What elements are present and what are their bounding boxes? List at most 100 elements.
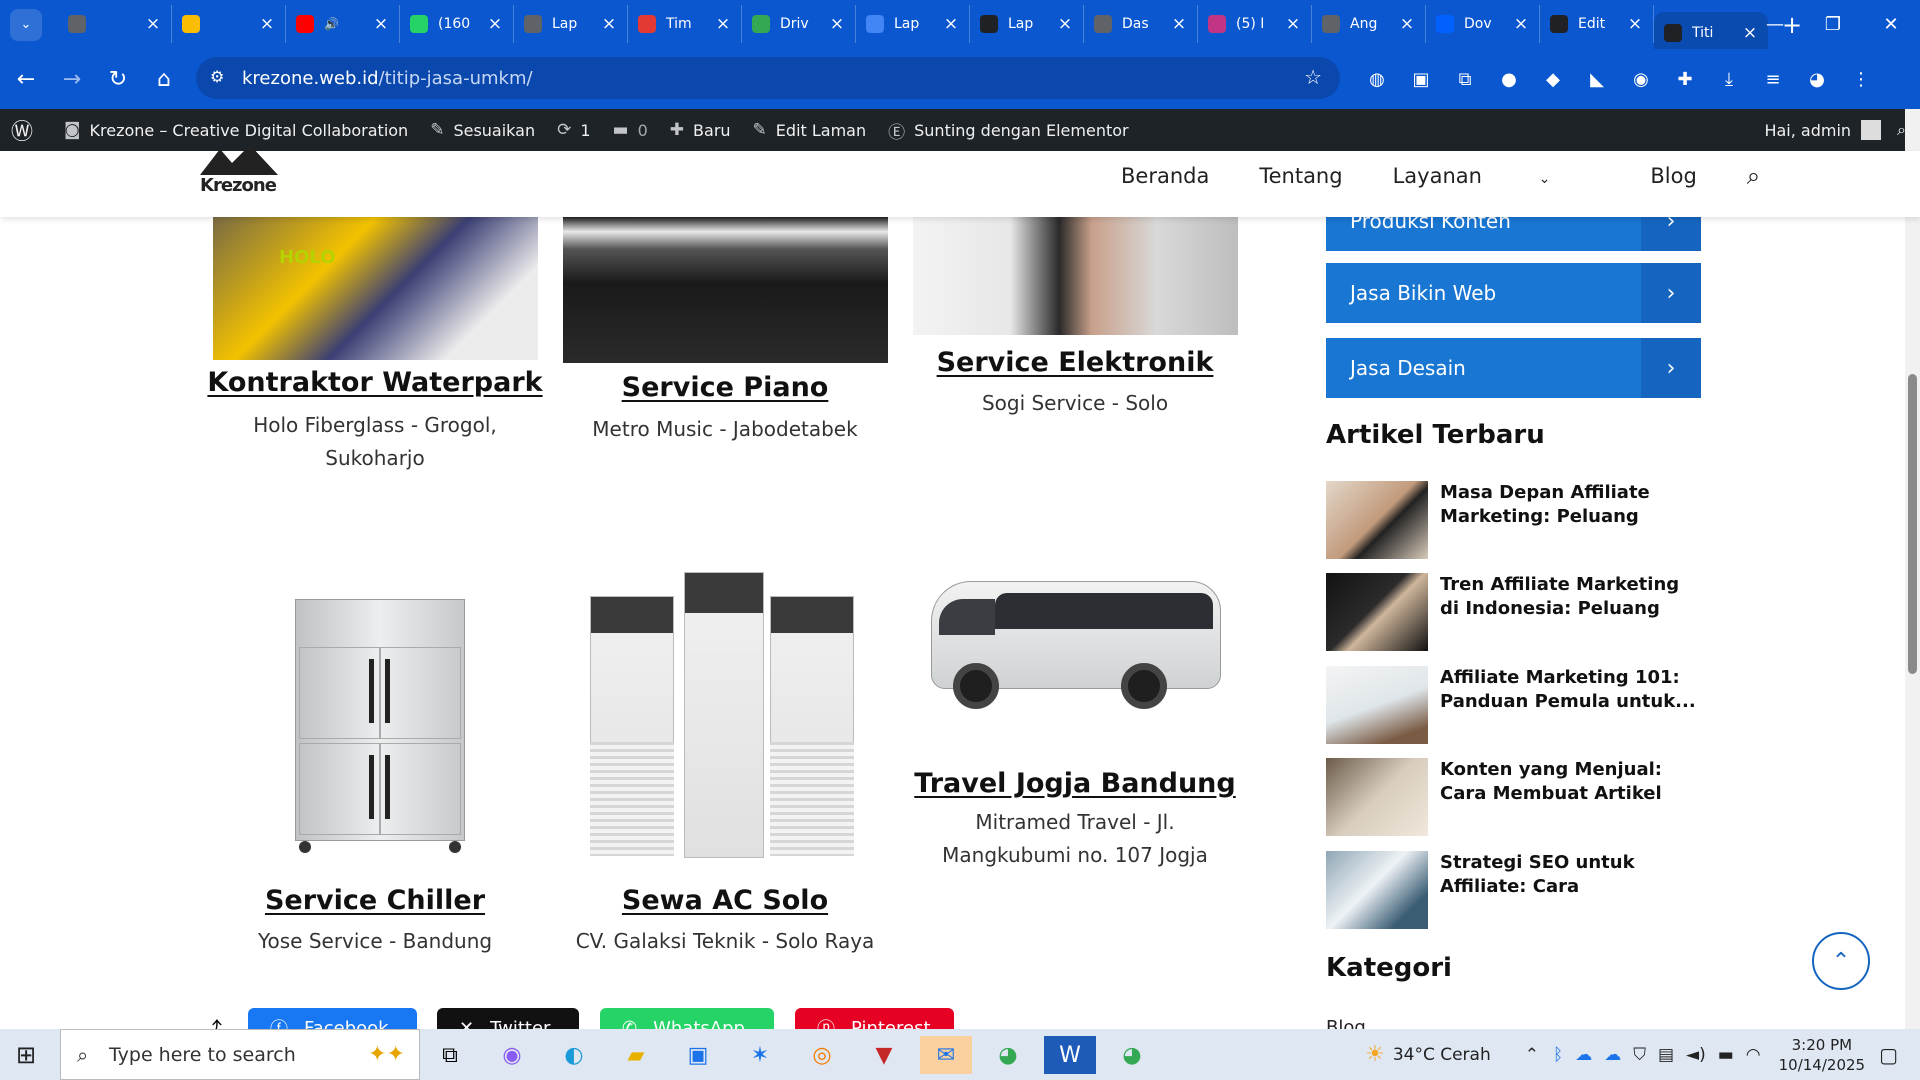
device-icon[interactable]: ▤ — [1658, 1045, 1674, 1065]
wp-new[interactable]: ✚ Baru — [659, 109, 742, 151]
recent-article-item[interactable]: Strategi SEO untuk Affiliate: Cara Membu… — [1326, 851, 1701, 929]
battery-icon[interactable]: ▬ — [1718, 1045, 1734, 1065]
code-extension-icon[interactable]: ⧉ — [1443, 59, 1487, 99]
article-thumbnail[interactable] — [1326, 758, 1428, 836]
bookmark-star-icon[interactable]: ☆ — [1304, 65, 1322, 89]
cloud-icon[interactable]: ☁ — [1575, 1045, 1592, 1065]
minimize-icon[interactable]: — — [1746, 14, 1804, 35]
admin-avatar[interactable] — [1861, 120, 1882, 140]
globe-extension-icon[interactable]: ◍ — [1355, 59, 1399, 99]
minibus-photo[interactable] — [925, 559, 1225, 729]
menu-kebab-icon[interactable]: ⋮ — [1839, 59, 1883, 99]
tab-close-icon[interactable]: × — [259, 14, 275, 34]
recent-article-item[interactable]: Affiliate Marketing 101: Panduan Pemula … — [1326, 666, 1701, 744]
service-title[interactable]: Service Chiller — [265, 885, 485, 916]
recent-article-item[interactable]: Masa Depan Affiliate Marketing: Peluang … — [1326, 481, 1701, 559]
article-title[interactable]: Konten yang Menjual: Cara Membuat Artike… — [1440, 758, 1700, 808]
tab-close-icon[interactable]: × — [373, 14, 389, 34]
chrome-icon[interactable]: ◕ — [982, 1036, 1034, 1074]
vpn-extension-icon[interactable]: ◉ — [1619, 59, 1663, 99]
washing-machine-photo[interactable] — [913, 217, 1238, 335]
chrome-profile-icon[interactable]: ◕ — [1106, 1036, 1158, 1074]
wp-comments[interactable]: ▬ 0 — [602, 109, 659, 151]
copilot-icon[interactable]: ◉ — [486, 1036, 538, 1074]
sidebar-service-button[interactable]: Jasa Desain › — [1326, 338, 1701, 398]
article-title[interactable]: Strategi SEO untuk Affiliate: Cara Membu… — [1440, 851, 1700, 901]
wordpress-logo-icon[interactable]: Ⓦ — [0, 109, 53, 151]
recent-article-item[interactable]: Konten yang Menjual: Cara Membuat Artike… — [1326, 758, 1701, 836]
taskbar-clock[interactable]: 3:20 PM 10/14/2025 — [1779, 1035, 1865, 1075]
sidebar-service-button[interactable]: Produksi Konten › — [1326, 217, 1701, 251]
store-icon[interactable]: ▣ — [672, 1036, 724, 1074]
article-title[interactable]: Tren Affiliate Marketing di Indonesia: P… — [1440, 573, 1700, 623]
service-title[interactable]: Service Elektronik — [937, 347, 1214, 378]
weather-icon[interactable]: ☀ — [1365, 1042, 1385, 1067]
category-item[interactable]: Blog — [1326, 1017, 1366, 1029]
wp-elementor[interactable]: Ⓔ Sunting dengan Elementor — [877, 109, 1139, 151]
service-title[interactable]: Sewa AC Solo — [622, 885, 828, 916]
tag-extension-icon[interactable]: ◆ — [1531, 59, 1575, 99]
browser-tab[interactable]: (160 × — [400, 5, 514, 43]
tab-close-icon[interactable]: × — [1513, 14, 1529, 34]
service-title[interactable]: Travel Jogja Bandung — [914, 768, 1235, 799]
wp-greeting[interactable]: Hai, admin — [1764, 121, 1851, 140]
waterpark-photo[interactable]: HOLO — [213, 217, 538, 360]
tab-close-icon[interactable]: × — [1171, 14, 1187, 34]
tab-close-icon[interactable]: × — [829, 14, 845, 34]
browser-tab[interactable]: (5) I × — [1198, 5, 1312, 43]
wifi-icon[interactable]: ◠ — [1746, 1045, 1761, 1065]
metamask-icon[interactable]: ◣ — [1575, 59, 1619, 99]
browser-tab[interactable]: Ang × — [1312, 5, 1426, 43]
tab-close-icon[interactable]: × — [1057, 14, 1073, 34]
taskbar-search[interactable]: ⌕ Type here to search ✦✦ — [60, 1029, 420, 1080]
windows-start-icon[interactable]: ⊞ — [16, 1041, 36, 1069]
media-control-icon[interactable]: ≡ — [1751, 59, 1795, 99]
close-window-icon[interactable]: ✕ — [1862, 14, 1920, 35]
nav-blog[interactable]: Blog — [1650, 164, 1696, 188]
pinned-app-icon[interactable]: ✶ — [734, 1036, 786, 1074]
tab-close-icon[interactable]: × — [487, 14, 503, 34]
article-thumbnail[interactable] — [1326, 851, 1428, 929]
service-title[interactable]: Service Piano — [622, 372, 829, 403]
nav-tentang[interactable]: Tentang — [1259, 164, 1342, 188]
wp-updates[interactable]: ⟳ 1 — [546, 109, 601, 151]
nav-beranda[interactable]: Beranda — [1121, 164, 1209, 188]
service-title[interactable]: Kontraktor Waterpark — [207, 367, 542, 398]
wp-edit-page[interactable]: ✎ Edit Laman — [742, 109, 878, 151]
scroll-to-top-button[interactable]: ⌃ — [1812, 932, 1870, 990]
article-thumbnail[interactable] — [1326, 481, 1428, 559]
cookie-extension-icon[interactable]: ● — [1487, 59, 1531, 99]
chiller-photo[interactable] — [295, 599, 465, 861]
browser-tab[interactable]: Lap × — [514, 5, 628, 43]
file-explorer-icon[interactable]: ▰ — [610, 1036, 662, 1074]
browser-tab[interactable]: × — [58, 5, 172, 43]
address-bar[interactable]: ⚙ krezone.web.id/titip-jasa-umkm/ ☆ — [196, 57, 1340, 99]
onedrive-icon[interactable]: ☁ — [1604, 1045, 1621, 1065]
tab-close-icon[interactable]: × — [943, 14, 959, 34]
blender-icon[interactable]: ◎ — [796, 1036, 848, 1074]
browser-tab[interactable]: Lap × — [970, 5, 1084, 43]
article-title[interactable]: Affiliate Marketing 101: Panduan Pemula … — [1440, 666, 1700, 716]
article-title[interactable]: Masa Depan Affiliate Marketing: Peluang … — [1440, 481, 1700, 531]
profile-avatar-icon[interactable]: ◕ — [1795, 59, 1839, 99]
tab-close-icon[interactable]: × — [715, 14, 731, 34]
tray-chevron-icon[interactable]: ⌃ — [1525, 1045, 1539, 1065]
nav-layanan[interactable]: Layanan ⌄ — [1393, 164, 1601, 188]
extensions-puzzle-icon[interactable]: ✚ — [1663, 59, 1707, 99]
site-info-icon[interactable]: ⚙ — [210, 67, 224, 86]
mcafee-icon[interactable]: ▼ — [858, 1036, 910, 1074]
weather-text[interactable]: 34°C Cerah — [1393, 1045, 1491, 1065]
tab-close-icon[interactable]: × — [1627, 14, 1643, 34]
tab-close-icon[interactable]: × — [601, 14, 617, 34]
tab-audio-icon[interactable]: 🔊 — [324, 17, 339, 31]
wp-customize[interactable]: ✎ Sesuaikan — [419, 109, 546, 151]
scrollbar-thumb[interactable] — [1908, 374, 1917, 674]
download-icon[interactable]: ⤓ — [1707, 59, 1751, 99]
article-thumbnail[interactable] — [1326, 573, 1428, 651]
article-thumbnail[interactable] — [1326, 666, 1428, 744]
tab-close-icon[interactable]: × — [1285, 14, 1301, 34]
ac-photo[interactable] — [590, 572, 855, 872]
tab-search-button[interactable]: ⌄ — [10, 8, 42, 41]
site-logo[interactable]: Krezone — [200, 145, 280, 199]
browser-tab[interactable]: Lap × — [856, 5, 970, 43]
